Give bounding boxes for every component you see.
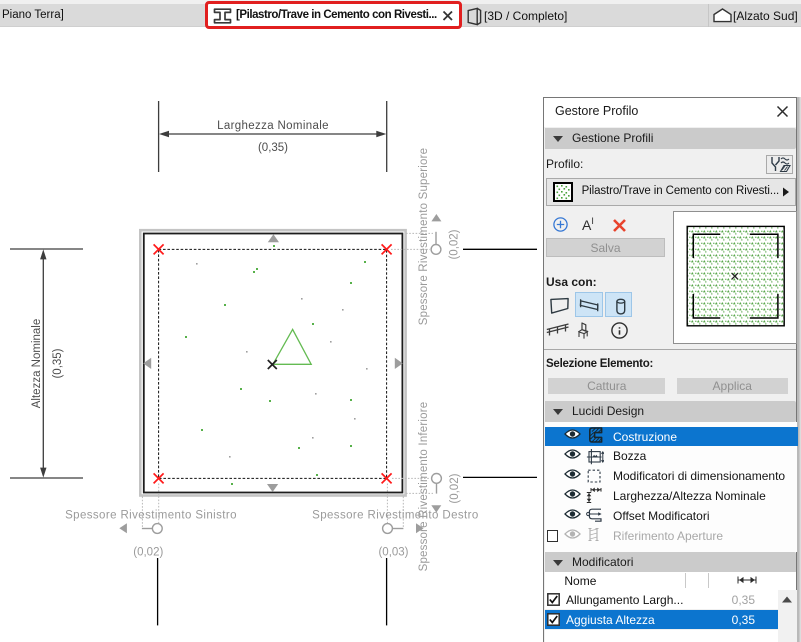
svg-text:(0,02): (0,02): [449, 473, 461, 503]
svg-text:Spessore Rivestimento Inferior: Spessore Rivestimento Inferiore: [418, 402, 430, 572]
svg-text:(0,02): (0,02): [449, 229, 461, 259]
svg-text:Spessore Rivestimento Superior: Spessore Rivestimento Superiore: [418, 148, 430, 326]
svg-text:Larghezza Nominale: Larghezza Nominale: [217, 120, 329, 132]
svg-text:Spessore Rivestimento Sinistro: Spessore Rivestimento Sinistro: [65, 510, 237, 522]
svg-text:Altezza Nominale: Altezza Nominale: [31, 319, 43, 408]
svg-text:(0,03): (0,03): [378, 547, 408, 559]
svg-text:Spessore Rivestimento Destro: Spessore Rivestimento Destro: [312, 510, 479, 522]
svg-text:(0,35): (0,35): [52, 348, 64, 378]
svg-text:(0,02): (0,02): [133, 547, 163, 559]
svg-text:(0,35): (0,35): [258, 142, 288, 154]
